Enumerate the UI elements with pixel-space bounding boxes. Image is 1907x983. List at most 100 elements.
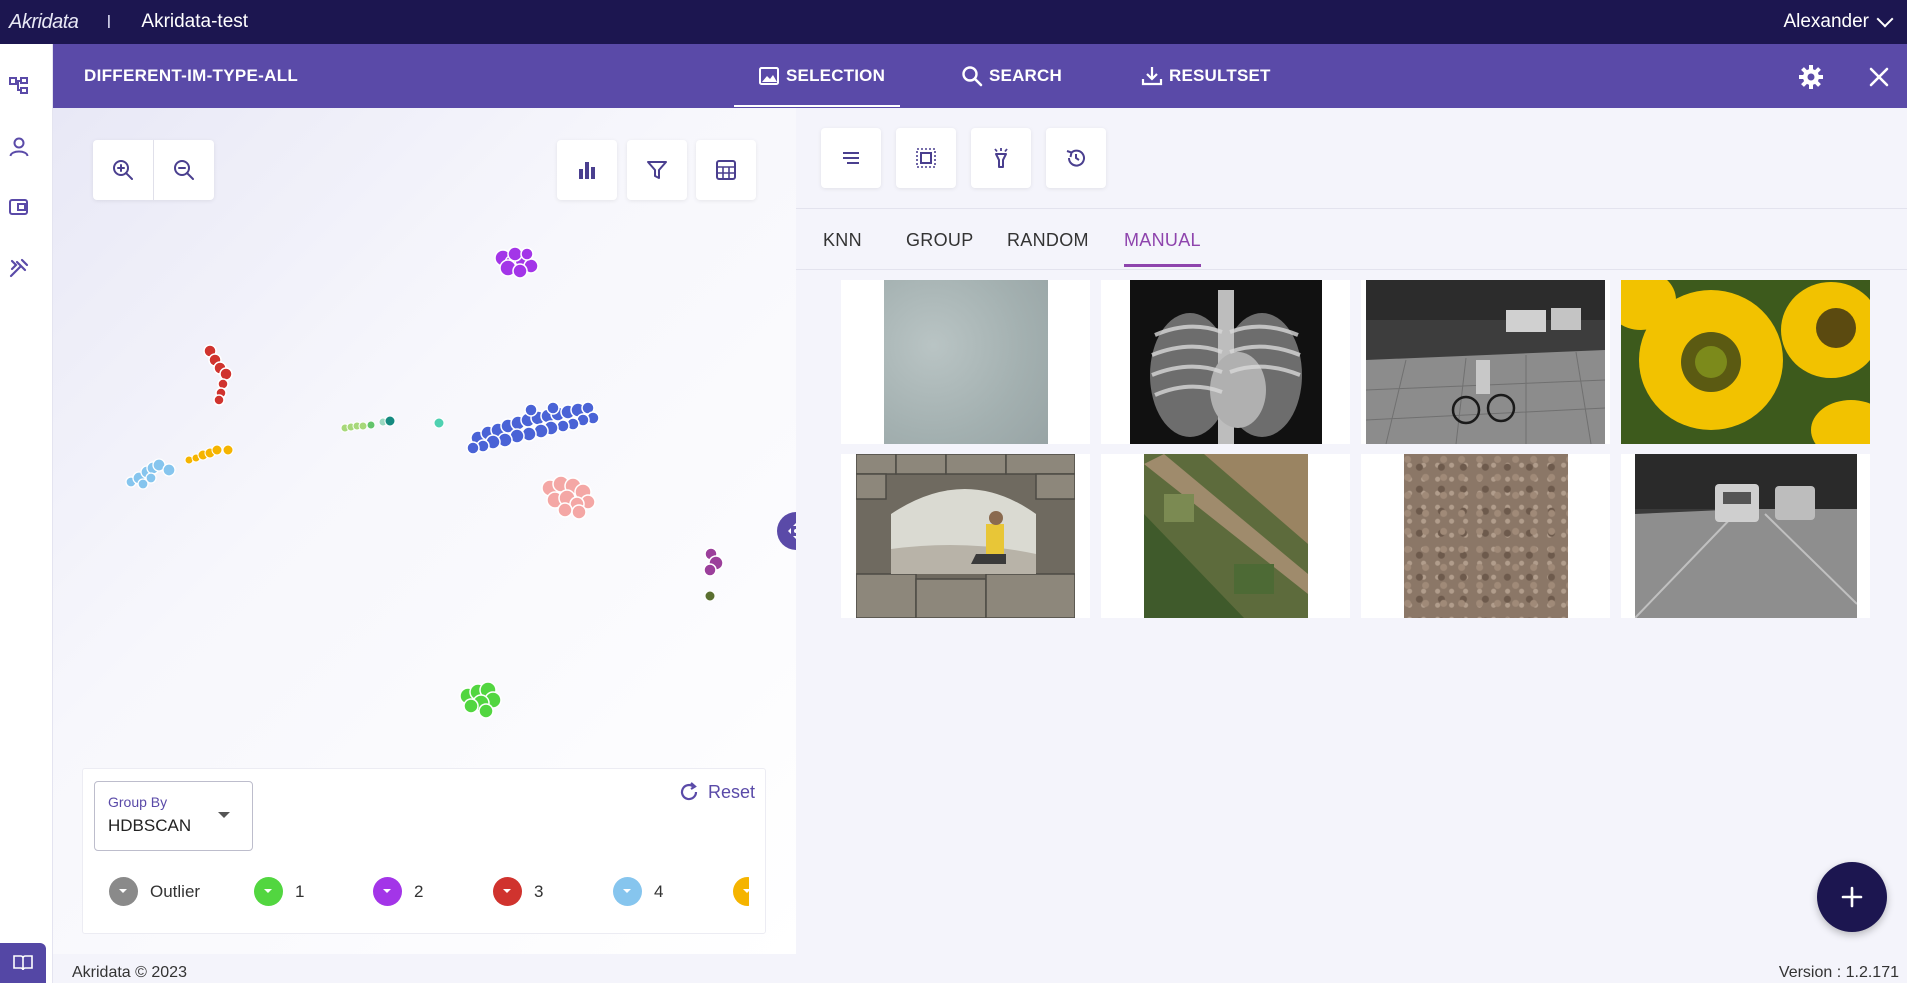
image-icon (759, 67, 779, 85)
tab-resultset[interactable]: RESULTSET (1141, 44, 1271, 108)
thumbnail-card[interactable] (1621, 280, 1870, 444)
title-separator: I (106, 11, 112, 32)
group-by-value: HDBSCAN (108, 816, 192, 835)
divider (796, 208, 1907, 209)
select-all-button[interactable] (896, 128, 956, 188)
dataset-name: DIFFERENT-IM-TYPE-ALL (84, 66, 299, 85)
filter-button[interactable] (627, 140, 687, 200)
user-name: Alexander (1783, 11, 1869, 32)
tab-selection[interactable]: SELECTION (734, 44, 900, 108)
legend-item-outlier[interactable]: Outlier (109, 877, 200, 906)
thumbnail-sunflowers (1621, 280, 1870, 444)
caret-down-icon (218, 812, 230, 818)
thumbnail-aerial-farmland (1143, 454, 1308, 618)
zoom-controls (93, 140, 214, 200)
thumbnail-chest-xray (1129, 280, 1322, 444)
refresh-icon (680, 782, 698, 801)
search-icon (962, 66, 983, 87)
footer: Akridata © 2023 Version : 1.2.171 (53, 954, 1907, 983)
tools-icon[interactable] (8, 257, 30, 279)
thumbnail-card[interactable] (1361, 454, 1610, 618)
thumbnail-stone-arch-person (856, 454, 1075, 618)
version: Version : 1.2.171 (1778, 964, 1899, 981)
tab-manual[interactable]: MANUAL (1124, 230, 1201, 267)
project-name[interactable]: Akridata-test (141, 11, 248, 33)
legend-item-label: Outlier (150, 881, 201, 901)
book-icon (13, 955, 33, 971)
tab-search-label: SEARCH (989, 66, 1062, 85)
add-button[interactable] (1817, 862, 1887, 932)
reset-label: Reset (707, 781, 755, 802)
zoom-in-button[interactable] (93, 140, 153, 200)
bar-chart-icon (579, 162, 595, 179)
wallet-icon[interactable] (8, 196, 30, 218)
thumbnail-concrete-texture (883, 280, 1048, 444)
legend-item-3[interactable]: 3 (493, 877, 543, 906)
top-bar: Akridata I Akridata-test Alexander (0, 0, 1907, 44)
embedding-scatter-plot[interactable] (53, 108, 796, 758)
torch-icon (994, 148, 1008, 168)
legend-item-2[interactable]: 2 (373, 877, 423, 906)
legend-item-label: 2 (414, 881, 424, 901)
history-button[interactable] (1046, 128, 1106, 188)
group-by-select[interactable]: Group By HDBSCAN (94, 781, 253, 851)
thumbnail-card[interactable] (1101, 454, 1350, 618)
chevron-down-icon (1876, 10, 1894, 28)
thumbnail-thermal-road-cars (1634, 454, 1857, 618)
tab-group[interactable]: GROUP (906, 230, 974, 251)
reset-button[interactable]: Reset (678, 781, 755, 803)
legend-color-dot (373, 877, 402, 906)
tab-knn[interactable]: KNN (823, 230, 862, 251)
plus-icon (1841, 886, 1863, 908)
calculator-button[interactable] (696, 140, 756, 200)
dataset-header: DIFFERENT-IM-TYPE-ALL SELECTION SEARCH R… (53, 44, 1907, 108)
copyright: Akridata © 2023 (72, 964, 187, 981)
left-nav-rail (0, 44, 53, 983)
legend-item-5[interactable] (733, 877, 749, 906)
filter-icon (647, 161, 667, 179)
gear-icon[interactable] (1798, 64, 1824, 90)
legend-color-dot (254, 877, 283, 906)
download-icon (1141, 67, 1163, 86)
legend-item-4[interactable]: 4 (613, 877, 663, 906)
user-icon[interactable] (8, 136, 30, 158)
workflow-icon[interactable] (8, 75, 30, 97)
tab-selection-label: SELECTION (786, 66, 886, 85)
list-view-button[interactable] (821, 128, 881, 188)
legend-color-dot (613, 877, 642, 906)
thumbnail-card[interactable] (1361, 280, 1610, 444)
zoom-out-button[interactable] (153, 140, 213, 200)
highlight-button[interactable] (971, 128, 1031, 188)
legend-item-label: 1 (295, 881, 305, 901)
thumbnail-cyclist-street-grayscale (1366, 280, 1605, 444)
user-menu[interactable]: Alexander (1783, 0, 1894, 44)
histogram-button[interactable] (557, 140, 617, 200)
thumbnail-gravel-texture (1403, 454, 1568, 618)
legend-color-dot (733, 877, 749, 906)
close-icon[interactable] (1866, 64, 1892, 90)
legend-item-label: 4 (654, 881, 664, 901)
zoom-out-icon (173, 160, 194, 180)
legend-item-label: 3 (534, 881, 544, 901)
akridata-logo[interactable]: Akridata (9, 11, 79, 34)
list-icon (843, 152, 859, 164)
divider (796, 269, 1907, 270)
legend-items: Outlier 1 2 3 4 (109, 877, 749, 917)
legend-item-1[interactable]: 1 (254, 877, 304, 906)
tab-random[interactable]: RANDOM (1007, 230, 1089, 251)
thumbnail-card[interactable] (841, 280, 1090, 444)
history-icon (1066, 149, 1085, 167)
tab-search[interactable]: SEARCH (961, 44, 1062, 108)
calculator-icon (716, 160, 736, 180)
legend-color-dot (493, 877, 522, 906)
legend-color-dot (109, 877, 138, 906)
thumbnail-card[interactable] (1101, 280, 1350, 444)
embedding-panel: Group By HDBSCAN Reset Outlier 1 2 3 4 (53, 108, 796, 954)
select-frame-icon (916, 148, 936, 168)
group-by-label: Group By (108, 794, 168, 810)
cluster-legend-panel: Group By HDBSCAN Reset Outlier 1 2 3 4 (82, 768, 766, 934)
docs-button[interactable] (0, 943, 46, 983)
thumbnail-card[interactable] (1621, 454, 1870, 618)
tab-resultset-label: RESULTSET (1169, 66, 1271, 85)
thumbnail-card[interactable] (841, 454, 1090, 618)
